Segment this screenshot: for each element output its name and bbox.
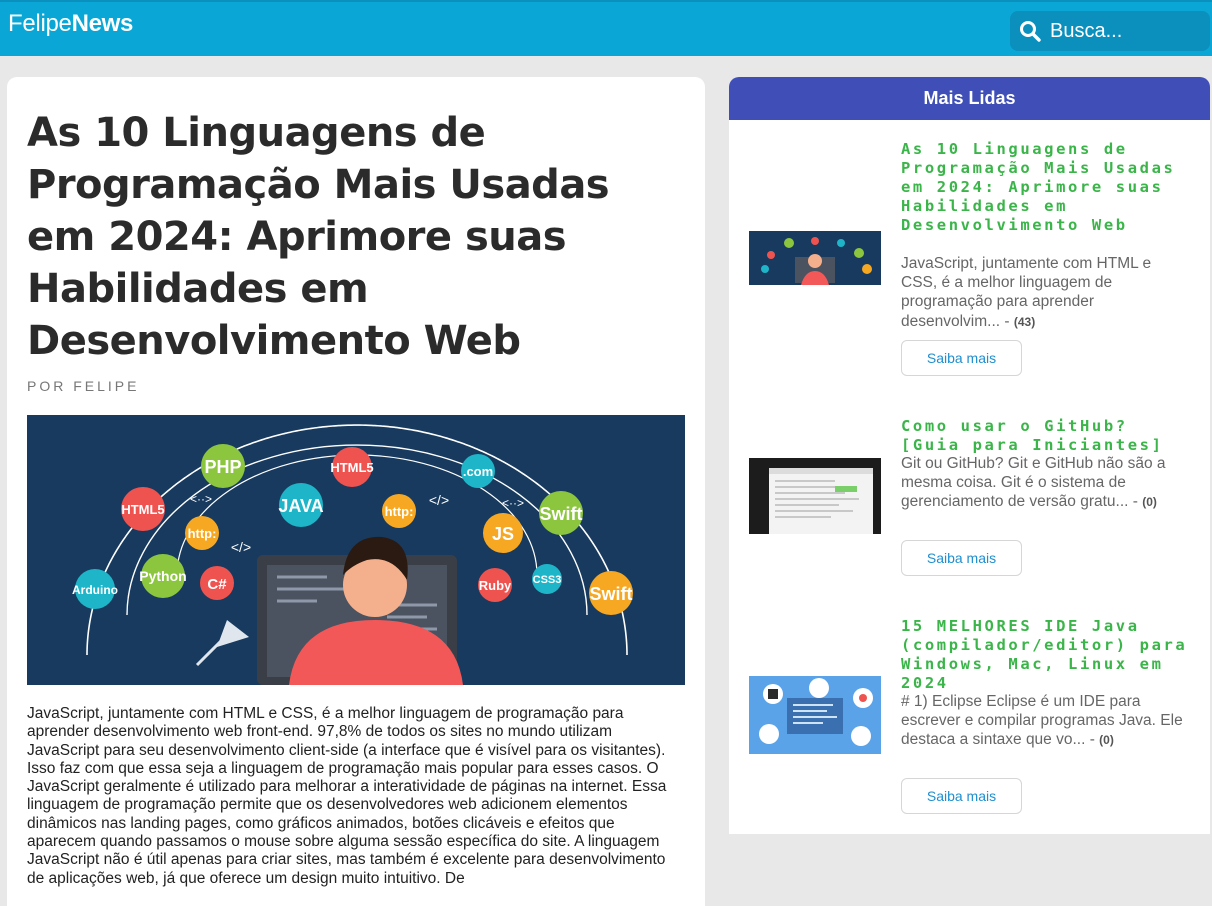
read-more-button[interactable]: Saiba mais xyxy=(901,540,1022,576)
hero-label: JAVA xyxy=(278,496,323,516)
hero-label: Ruby xyxy=(479,578,512,593)
hero-label: Arduino xyxy=(72,583,118,597)
hero-label: JS xyxy=(492,524,514,544)
hero-label: Swift xyxy=(590,584,633,604)
search-icon[interactable] xyxy=(1010,11,1050,51)
hero-label: HTML5 xyxy=(330,460,373,475)
article-title: As 10 Linguagens de Programação Mais Usa… xyxy=(27,110,610,364)
most-read-excerpt: JavaScript, juntamente com HTML e CSS, é… xyxy=(901,254,1191,332)
excerpt-text: Git ou GitHub? Git e GitHub não são a me… xyxy=(901,455,1166,511)
search-input[interactable] xyxy=(1050,19,1200,43)
hero-label: .com xyxy=(463,464,493,479)
hero-label: </> xyxy=(231,539,251,555)
hero-label: <··> xyxy=(502,496,524,510)
article-thumbnail[interactable] xyxy=(749,231,881,285)
read-more-button[interactable]: Saiba mais xyxy=(901,340,1022,376)
read-more-button[interactable]: Saiba mais xyxy=(901,778,1022,814)
hero-label: </> xyxy=(429,492,449,508)
hero-label: C# xyxy=(207,576,227,593)
hero-label: http: xyxy=(188,526,217,541)
hero-label: Swift xyxy=(540,504,583,524)
search-box[interactable] xyxy=(1010,11,1210,51)
article-thumbnail[interactable] xyxy=(749,676,881,754)
article-card: As 10 Linguagens de Programação Mais Usa… xyxy=(7,77,705,906)
site-logo[interactable]: FelipeNews xyxy=(8,10,133,38)
sidebar-heading: Mais Lidas xyxy=(729,77,1210,120)
hero-label: Python xyxy=(139,568,186,584)
most-read-excerpt: Git ou GitHub? Git e GitHub não são a me… xyxy=(901,454,1191,513)
excerpt-text: # 1) Eclipse Eclipse é um IDE para escre… xyxy=(901,693,1183,749)
most-read-excerpt: # 1) Eclipse Eclipse é um IDE para escre… xyxy=(901,692,1191,751)
most-read-title[interactable]: Como usar o GitHub? [Guia para Iniciante… xyxy=(901,417,1191,455)
top-bar: FelipeNews xyxy=(0,0,1212,56)
logo-bold: News xyxy=(71,10,134,37)
hero-label: HTML5 xyxy=(121,502,164,517)
most-read-sidebar: Mais Lidas As 10 Linguagens de Programaç… xyxy=(729,77,1210,834)
hero-label: CSS3 xyxy=(533,574,562,586)
view-count: (0) xyxy=(1142,495,1157,510)
article-byline: POR FELIPE xyxy=(27,378,140,394)
view-count: (0) xyxy=(1099,733,1114,748)
hero-label: PHP xyxy=(204,457,241,477)
most-read-title[interactable]: 15 MELHORES IDE Java (compilador/editor)… xyxy=(901,617,1191,693)
hero-label: <··> xyxy=(190,492,212,506)
article-body: JavaScript, juntamente com HTML e CSS, é… xyxy=(27,705,667,887)
most-read-title[interactable]: As 10 Linguagens de Programação Mais Usa… xyxy=(901,140,1191,235)
article-thumbnail[interactable] xyxy=(749,458,881,534)
view-count: (43) xyxy=(1013,314,1036,329)
logo-light: Felipe xyxy=(8,10,72,37)
hero-label: http: xyxy=(385,504,414,519)
article-hero-image: PHP HTML5 .com HTML5 JAVA http: Swift ht… xyxy=(27,415,685,685)
